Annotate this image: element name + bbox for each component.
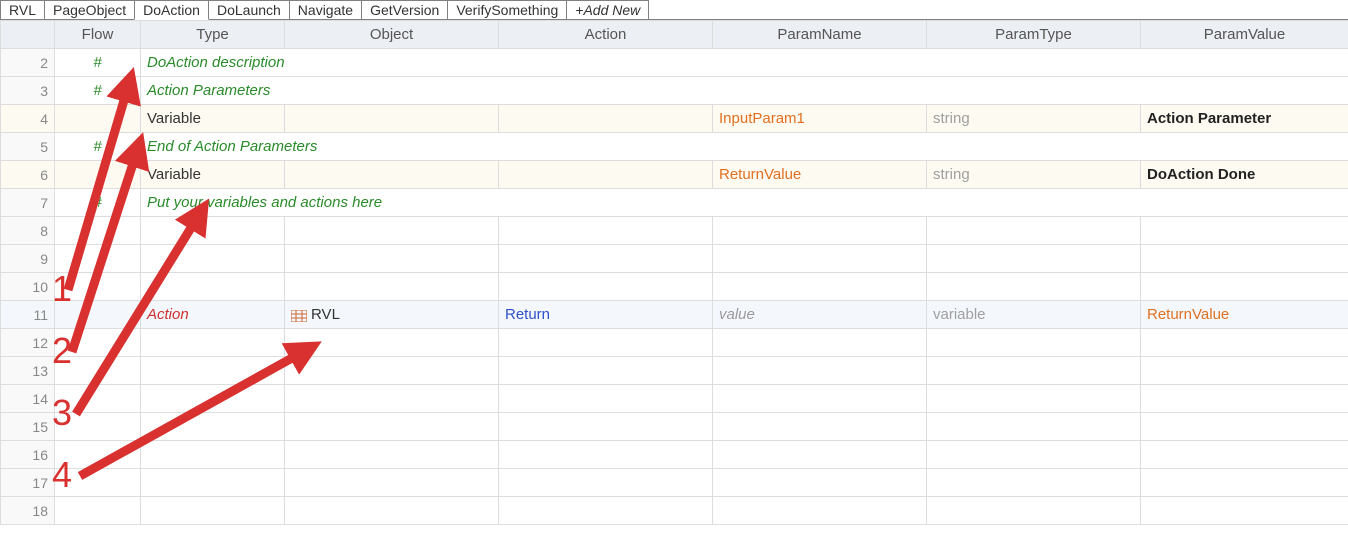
arrow-4 — [0, 0, 1348, 558]
tab-doaction[interactable]: DoAction — [134, 0, 209, 20]
